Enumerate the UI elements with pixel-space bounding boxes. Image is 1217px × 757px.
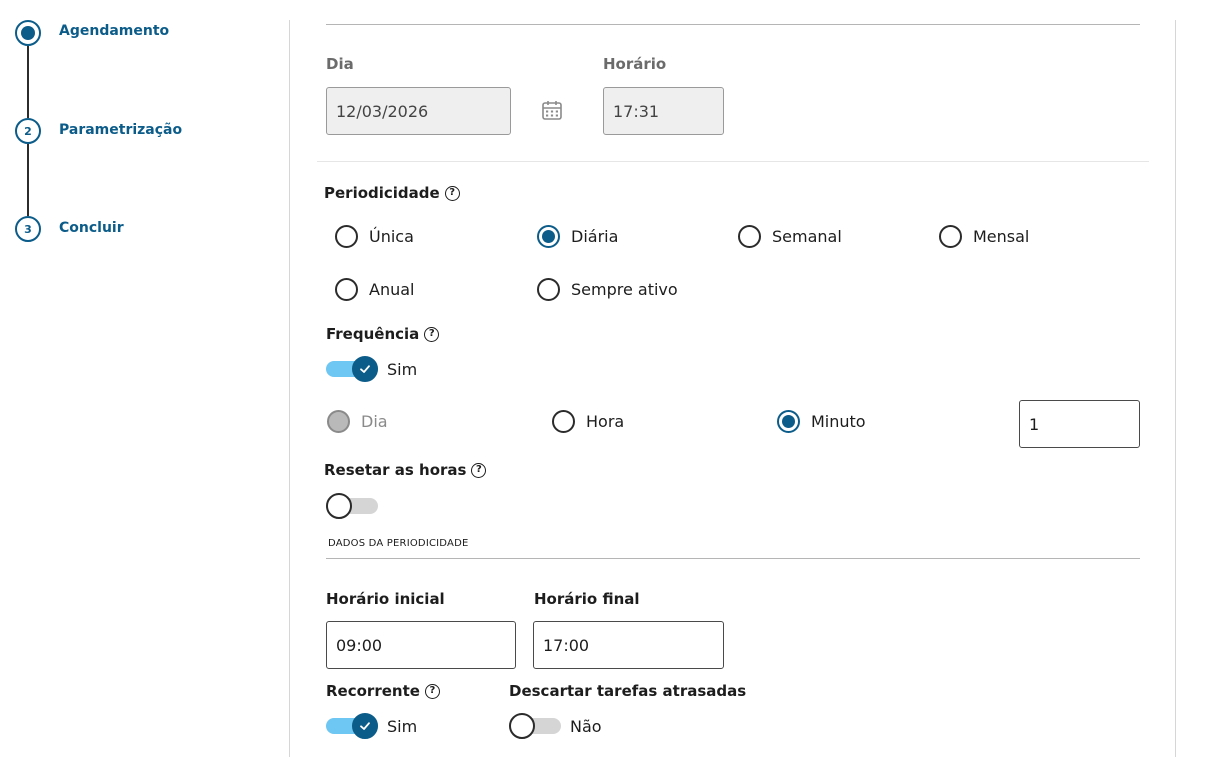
start-time-input[interactable]: 09:00: [326, 621, 516, 669]
radio-circle[interactable]: [537, 278, 560, 301]
check-icon: [360, 722, 370, 730]
day-label: Dia: [326, 55, 354, 73]
time-input[interactable]: 17:31: [603, 87, 724, 135]
time-label: Horário: [603, 55, 667, 73]
toggle-label: Sim: [387, 716, 418, 736]
radio-sempre-ativo[interactable]: Sempre ativo: [537, 278, 678, 301]
radio-label: Mensal: [973, 227, 1030, 246]
periodicity-label: Periodicidade ?: [324, 184, 460, 202]
radio-label: Semanal: [772, 227, 842, 246]
content-right-border: [1175, 20, 1176, 757]
radio-label: Anual: [369, 280, 415, 299]
content-left-border: [289, 20, 290, 757]
check-icon: [360, 365, 370, 373]
radio-diaria[interactable]: Diária: [537, 225, 618, 248]
toggle-track[interactable]: [326, 493, 378, 519]
recurring-label: Recorrente ?: [326, 682, 440, 700]
toggle-knob[interactable]: [326, 493, 352, 519]
toggle-knob[interactable]: [509, 713, 535, 739]
stepper-connector: [27, 142, 29, 216]
toggle-knob[interactable]: [352, 356, 378, 382]
step-1-indicator[interactable]: [15, 20, 41, 46]
radio-label: Minuto: [811, 412, 866, 431]
radio-frequency-minuto[interactable]: Minuto: [777, 410, 866, 433]
periodicity-label-text: Periodicidade: [324, 184, 440, 202]
start-time-label: Horário inicial: [326, 590, 445, 608]
reset-hours-label: Resetar as horas ?: [324, 461, 487, 479]
radio-circle[interactable]: [335, 278, 358, 301]
section-divider: [326, 24, 1140, 25]
help-icon[interactable]: ?: [424, 326, 440, 342]
radio-label: Sempre ativo: [571, 280, 678, 299]
radio-anual[interactable]: Anual: [335, 278, 414, 301]
radio-mensal[interactable]: Mensal: [939, 225, 1029, 248]
step-2-indicator[interactable]: 2: [15, 118, 41, 144]
recurring-label-text: Recorrente: [326, 682, 420, 700]
calendar-icon[interactable]: [541, 99, 563, 121]
step-3-indicator[interactable]: 3: [15, 216, 41, 242]
end-time-input[interactable]: 17:00: [533, 621, 724, 669]
toggle-label: Não: [570, 716, 602, 736]
section-divider: [317, 161, 1149, 162]
toggle-track[interactable]: [509, 713, 561, 739]
radio-circle[interactable]: [738, 225, 761, 248]
discard-late-toggle[interactable]: Não: [509, 713, 602, 739]
frequency-toggle[interactable]: Sim: [326, 356, 417, 382]
step-label-parametrizacao[interactable]: Parametrização: [59, 122, 182, 138]
radio-circle[interactable]: [327, 410, 350, 433]
periodicity-data-title: DADOS DA PERIODICIDADE: [328, 538, 469, 549]
reset-hours-label-text: Resetar as horas: [324, 461, 467, 479]
radio-frequency-hora[interactable]: Hora: [552, 410, 624, 433]
radio-label: Diária: [571, 227, 619, 246]
frequency-label: Frequência ?: [326, 325, 440, 343]
radio-frequency-dia[interactable]: Dia: [327, 410, 388, 433]
stepper: Agendamento 2 Parametrização 3 Concluir: [0, 0, 290, 757]
help-icon[interactable]: ?: [424, 683, 440, 699]
toggle-track[interactable]: [326, 356, 378, 382]
discard-late-label: Descartar tarefas atrasadas: [509, 682, 747, 700]
radio-circle[interactable]: [537, 225, 560, 248]
radio-unica[interactable]: Única: [335, 225, 414, 248]
frequency-value-input[interactable]: 1: [1019, 400, 1140, 448]
toggle-label: Sim: [387, 359, 418, 379]
frequency-label-text: Frequência: [326, 325, 420, 343]
radio-circle[interactable]: [777, 410, 800, 433]
help-icon[interactable]: ?: [471, 462, 487, 478]
radio-circle[interactable]: [335, 225, 358, 248]
radio-semanal[interactable]: Semanal: [738, 225, 842, 248]
step-label-concluir[interactable]: Concluir: [59, 220, 124, 236]
radio-label: Dia: [361, 412, 388, 431]
radio-circle[interactable]: [939, 225, 962, 248]
radio-label: Hora: [586, 412, 625, 431]
help-icon[interactable]: ?: [444, 185, 460, 201]
end-time-label: Horário final: [534, 590, 640, 608]
recurring-toggle[interactable]: Sim: [326, 713, 417, 739]
toggle-knob[interactable]: [352, 713, 378, 739]
radio-circle[interactable]: [552, 410, 575, 433]
step-label-agendamento[interactable]: Agendamento: [59, 23, 169, 39]
stepper-connector: [27, 44, 29, 118]
section-divider: [326, 558, 1140, 559]
day-input[interactable]: 12/03/2026: [326, 87, 511, 135]
reset-hours-toggle[interactable]: [326, 493, 387, 519]
toggle-track[interactable]: [326, 713, 378, 739]
radio-label: Única: [369, 227, 414, 246]
